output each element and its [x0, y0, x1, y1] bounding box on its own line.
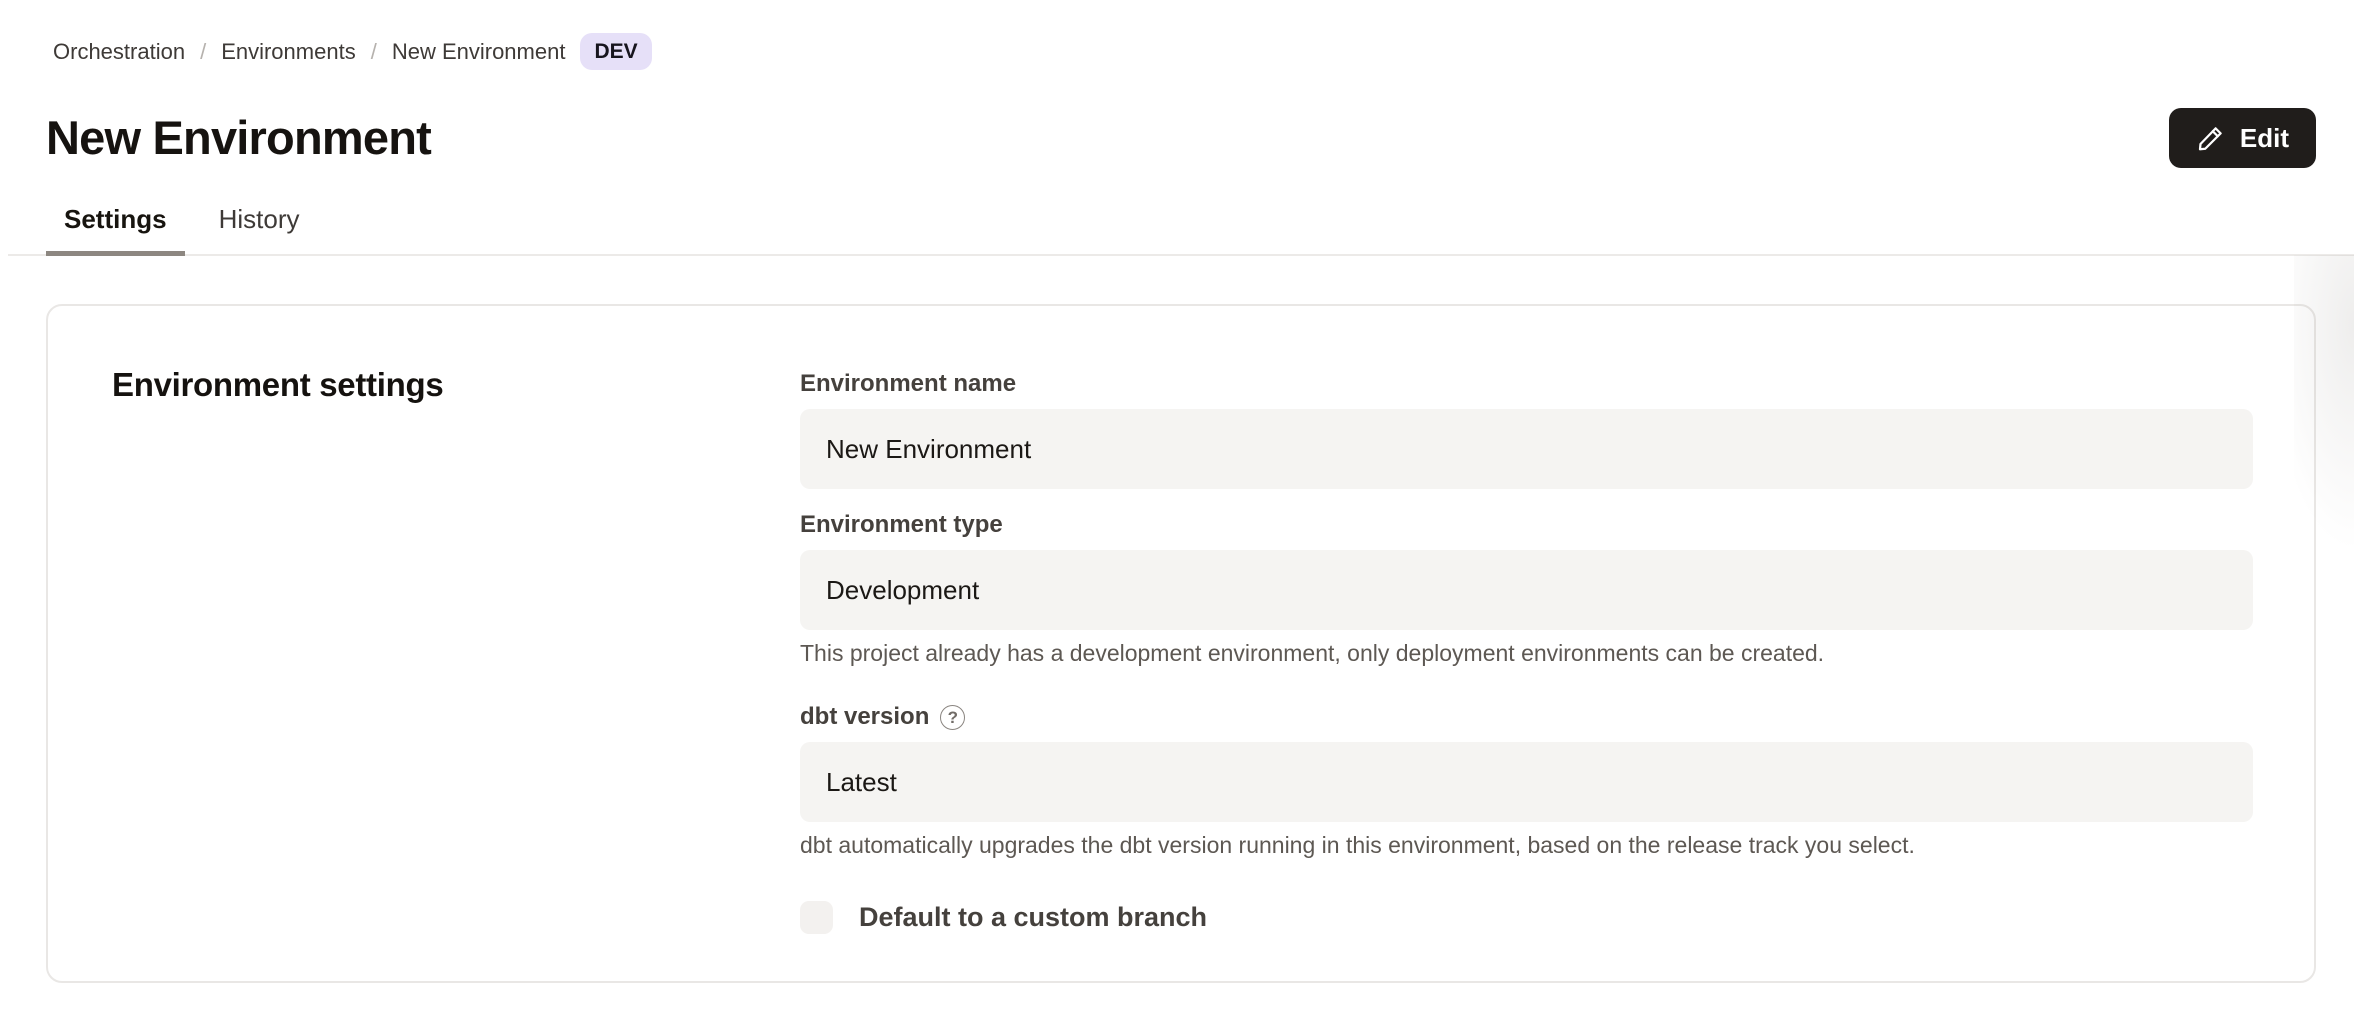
dbt-version-field: dbt version ? dbt automatically upgrades… [800, 703, 2253, 858]
custom-branch-checkbox[interactable] [800, 901, 833, 934]
page: Orchestration / Environments / New Envir… [0, 0, 2354, 983]
breadcrumb: Orchestration / Environments / New Envir… [46, 33, 2316, 70]
custom-branch-row: Default to a custom branch [800, 901, 2253, 934]
help-icon[interactable]: ? [940, 705, 965, 730]
environment-name-label: Environment name [800, 370, 2253, 398]
edit-button-label: Edit [2240, 123, 2289, 154]
environment-type-helper: This project already has a development e… [800, 640, 2253, 666]
dbt-version-input[interactable] [800, 742, 2253, 822]
settings-form: Environment name Environment type This p… [800, 358, 2253, 981]
environment-type-input[interactable] [800, 550, 2253, 630]
tab-bar: Settings History [8, 204, 2354, 256]
edit-button[interactable]: Edit [2169, 108, 2316, 168]
dbt-version-label-text: dbt version [800, 703, 929, 731]
breadcrumb-item-orchestration[interactable]: Orchestration [53, 39, 185, 65]
pencil-icon [2196, 123, 2226, 153]
card-heading: Environment settings [112, 358, 800, 981]
environment-type-badge: DEV [580, 33, 651, 70]
environment-type-label-text: Environment type [800, 511, 1003, 539]
environment-name-input[interactable] [800, 409, 2253, 489]
dbt-version-helper: dbt automatically upgrades the dbt versi… [800, 832, 2253, 858]
environment-type-label: Environment type [800, 511, 2253, 539]
environment-name-field: Environment name [800, 370, 2253, 489]
tab-history[interactable]: History [201, 204, 318, 254]
breadcrumb-separator: / [371, 39, 377, 65]
page-header: New Environment Edit [46, 108, 2316, 168]
breadcrumb-item-environments[interactable]: Environments [221, 39, 356, 65]
environment-name-label-text: Environment name [800, 370, 1016, 398]
environment-type-field: Environment type This project already ha… [800, 511, 2253, 666]
dbt-version-label: dbt version ? [800, 703, 2253, 731]
environment-settings-card: Environment settings Environment name En… [46, 304, 2316, 983]
breadcrumb-item-new-environment[interactable]: New Environment [392, 39, 566, 65]
tab-settings[interactable]: Settings [46, 204, 185, 254]
custom-branch-label[interactable]: Default to a custom branch [859, 902, 1207, 933]
page-title: New Environment [46, 111, 431, 165]
breadcrumb-separator: / [200, 39, 206, 65]
